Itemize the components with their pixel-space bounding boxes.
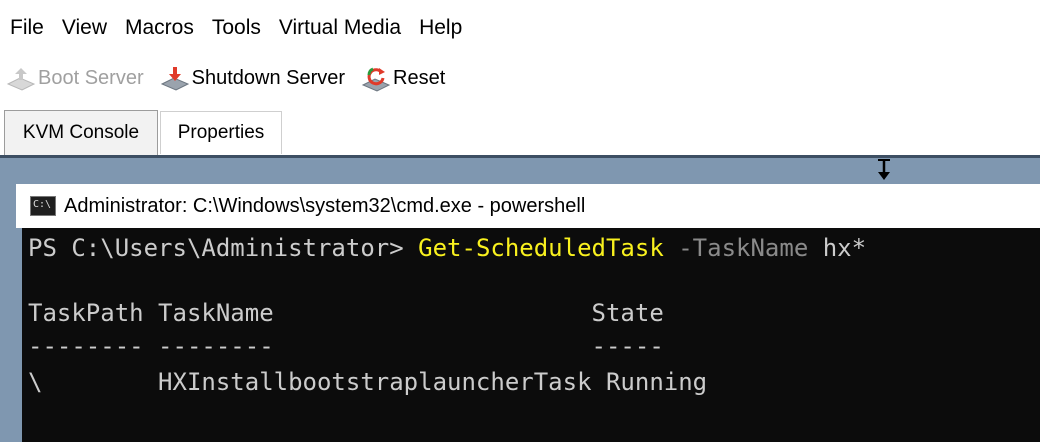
reset-label: Reset	[393, 66, 446, 89]
menu-virtual-media[interactable]: Virtual Media	[271, 16, 409, 40]
terminal-output[interactable]: PS C:\Users\Administrator> Get-Scheduled…	[22, 228, 1040, 442]
boot-server-label: Boot Server	[38, 66, 144, 89]
tab-kvm-console[interactable]: KVM Console	[4, 110, 158, 155]
reset-icon	[361, 67, 391, 92]
menu-view[interactable]: View	[54, 16, 115, 40]
menu-tools[interactable]: Tools	[204, 16, 269, 40]
table-header: TaskPath TaskName State	[28, 299, 664, 327]
reset-button[interactable]: Reset	[361, 64, 445, 92]
param-text: -TaskName	[663, 234, 823, 262]
mouse-cursor-icon	[878, 159, 890, 180]
boot-server-icon	[6, 68, 36, 91]
menu-bar: File View Macros Tools Virtual Media Hel…	[0, 0, 1040, 56]
prompt-text: PS C:\Users\Administrator>	[28, 234, 419, 262]
kvm-console-view[interactable]: Administrator: C:\Windows\system32\cmd.e…	[0, 155, 1040, 442]
cmd-window-titlebar[interactable]: Administrator: C:\Windows\system32\cmd.e…	[16, 184, 1040, 228]
command-text: Get-ScheduledTask	[418, 234, 664, 262]
command-line: PS C:\Users\Administrator> Get-Scheduled…	[28, 234, 866, 262]
table-divider: -------- -------- -----	[28, 332, 664, 360]
menu-file[interactable]: File	[0, 16, 52, 40]
toolbar: Boot Server Shutdown Server Reset	[0, 56, 1040, 100]
shutdown-server-label: Shutdown Server	[191, 66, 346, 89]
tab-bar: KVM Console Properties	[0, 110, 1040, 156]
cmd-window-title: Administrator: C:\Windows\system32\cmd.e…	[64, 194, 586, 217]
cmd-icon	[30, 196, 56, 216]
shutdown-server-icon	[160, 67, 189, 91]
menu-macros[interactable]: Macros	[117, 16, 202, 40]
arg-text: hx*	[822, 234, 867, 262]
tab-properties[interactable]: Properties	[160, 111, 282, 154]
boot-server-button[interactable]: Boot Server	[6, 64, 144, 92]
menu-help[interactable]: Help	[411, 16, 470, 40]
table-row: \ HXInstallbootstraplauncherTask Running	[28, 368, 708, 396]
shutdown-server-button[interactable]: Shutdown Server	[160, 64, 345, 92]
